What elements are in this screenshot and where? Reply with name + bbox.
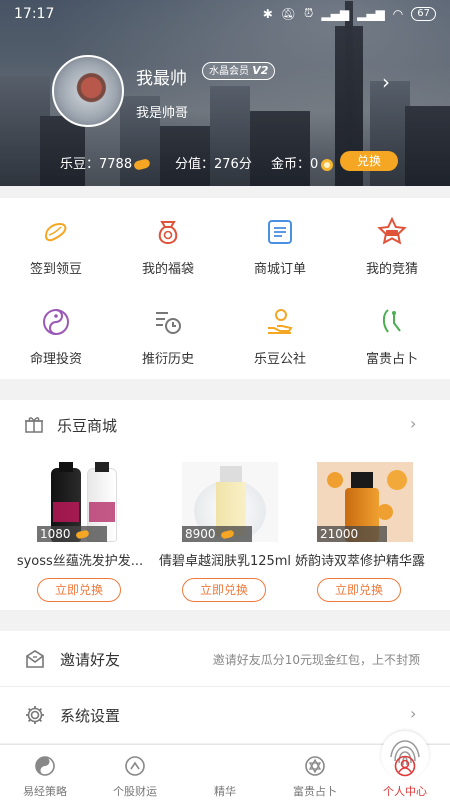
invite-desc: 邀请好友瓜分10元现金红包，上不封顶 <box>212 653 420 667</box>
shop-title: 乐豆商城 <box>57 417 118 435</box>
invite-friends-row[interactable]: 邀请好友 邀请好友瓜分10元现金红包，上不封顶 › <box>0 631 450 687</box>
product-price: 8900 <box>182 526 252 542</box>
grid-item-checkin[interactable]: 签到领豆 <box>0 216 112 296</box>
grid-label: 商城订单 <box>253 262 306 277</box>
product-name: syoss丝蕴洗发护发... <box>16 554 144 569</box>
quiz-star-icon <box>377 216 407 245</box>
gift-icon <box>25 417 43 433</box>
signal-icon: ▂▄▆ <box>357 6 385 21</box>
invite-title: 邀请好友 <box>60 651 121 669</box>
grid-item-lucky-bag[interactable]: 我的福袋 <box>112 216 224 296</box>
bean-icon <box>220 529 236 540</box>
tab-divination[interactable]: 富贵占卜 <box>270 749 360 799</box>
tab-personal-center[interactable]: 个人中心 <box>360 749 450 799</box>
coin-stat: 金币：0 <box>271 153 334 172</box>
bean-icon <box>75 529 91 540</box>
redeem-button[interactable]: 立即兑换 <box>182 578 266 602</box>
tab-label: 个股财运 <box>113 785 157 798</box>
gear-icon <box>26 706 44 724</box>
chevron-right-icon: › <box>410 414 417 433</box>
grid-label: 签到领豆 <box>29 262 82 277</box>
tab-label: 个人中心 <box>383 785 427 798</box>
product-price: 21000 <box>317 526 387 542</box>
stats-bar: 乐豆：7788 分值：276分 金币：0 兑换 <box>0 150 450 174</box>
tab-stock-fortune[interactable]: 个股财运 <box>90 749 180 799</box>
chevron-right-icon: › <box>410 704 417 723</box>
product-price-value: 21000 <box>320 527 359 541</box>
status-icons: ✱ 🔕︎ ⏰︎ ▂▄▆ ▂▄▆ ◠ 67 <box>263 6 436 21</box>
divination-icon <box>382 309 401 333</box>
wifi-icon: ◠ <box>392 6 404 21</box>
ledou-shop-section: 乐豆商城 › 1080 syoss丝蕴洗发护发... 立即兑换 8900 倩碧卓… <box>0 400 450 610</box>
grid-item-community[interactable]: 乐豆公社 <box>224 306 336 386</box>
bean-icon <box>133 158 152 171</box>
invite-envelope-icon <box>26 650 44 668</box>
ledou-stat: 乐豆：7788 <box>60 153 152 172</box>
hand-bean-icon <box>268 309 293 334</box>
grid-item-invest[interactable]: 命理投资 <box>0 306 112 386</box>
bean-icon <box>44 222 67 242</box>
signature: 我是帅哥 <box>136 106 189 121</box>
grid-item-quiz[interactable]: 我的竞猜 <box>336 216 448 296</box>
yin-yang-icon <box>43 309 69 335</box>
history-clock-icon <box>156 312 181 334</box>
bluetooth-icon: ✱ <box>262 6 273 21</box>
shop-header[interactable]: 乐豆商城 › <box>0 400 450 448</box>
order-list-icon <box>268 220 292 244</box>
lucky-bag-icon <box>158 221 178 245</box>
username: 我最帅 <box>136 69 187 89</box>
mute-icon: 🔕︎ <box>280 6 297 21</box>
user-icon <box>394 755 416 777</box>
product-card[interactable]: 21000 娇韵诗双萃修护精华露 立即兑换 <box>290 462 430 608</box>
chevron-right-icon: › <box>410 648 417 667</box>
grid-label: 富贵占卜 <box>365 352 418 367</box>
quick-actions-grid: 签到领豆 我的福袋 商城订单 我的竞猜 命理投资 推衍历史 乐豆公社 富贵占卜 <box>0 198 450 379</box>
grid-item-orders[interactable]: 商城订单 <box>224 216 336 296</box>
chevron-right-icon[interactable]: › <box>382 70 390 94</box>
tab-yijing[interactable]: 易经策略 <box>0 749 90 799</box>
product-price: 1080 <box>37 526 107 542</box>
alarm-icon: ⏰︎ <box>304 6 314 20</box>
avatar[interactable] <box>52 55 124 127</box>
product-price-value: 1080 <box>40 527 71 541</box>
member-badge-text: 水晶会员 <box>209 66 249 77</box>
settings-title: 系统设置 <box>60 707 121 725</box>
status-bar: 17:17 ✱ 🔕︎ ⏰︎ ▂▄▆ ▂▄▆ ◠ 67 <box>0 0 450 28</box>
product-name: 倩碧卓越润肤乳125ml <box>158 554 292 569</box>
grid-label: 我的福袋 <box>141 262 194 277</box>
redeem-button[interactable]: 立即兑换 <box>37 578 121 602</box>
score-stat: 分值：276分 <box>175 157 252 172</box>
product-price-value: 8900 <box>185 527 216 541</box>
yin-yang-icon <box>35 756 55 776</box>
stock-fortune-icon <box>125 756 145 776</box>
coin-value: 0 <box>310 157 319 172</box>
tab-label: 富贵占卜 <box>293 785 337 798</box>
exchange-button[interactable]: 兑换 <box>340 151 398 171</box>
product-name: 娇韵诗双萃修护精华露 <box>294 554 425 569</box>
grid-label: 命理投资 <box>29 352 82 367</box>
bottom-tab-bar: 易经策略 个股财运 精华 富贵占卜 个人中心 <box>0 731 450 800</box>
battery-indicator: 67 <box>411 6 436 21</box>
signal-icon: ▂▄▆ <box>321 6 350 21</box>
redeem-button[interactable]: 立即兑换 <box>317 578 401 602</box>
grid-item-divination[interactable]: 富贵占卜 <box>336 306 448 386</box>
status-time: 17:17 <box>14 6 55 22</box>
coin-label: 金币： <box>271 157 311 172</box>
ledou-label: 乐豆： <box>60 157 100 172</box>
coin-icon <box>321 158 334 171</box>
tab-label: 易经策略 <box>23 785 67 798</box>
tab-label: 精华 <box>214 785 236 798</box>
grid-label: 乐豆公社 <box>253 352 306 367</box>
grid-label: 推衍历史 <box>141 352 194 367</box>
profile-header: 17:17 ✱ 🔕︎ ⏰︎ ▂▄▆ ▂▄▆ ◠ 67 我最帅 水晶会员 V2 我… <box>0 0 450 186</box>
grid-label: 我的竞猜 <box>365 262 418 277</box>
product-card[interactable]: 8900 倩碧卓越润肤乳125ml 立即兑换 <box>155 462 295 608</box>
tab-essence[interactable]: 精华 <box>180 731 429 799</box>
grid-item-history[interactable]: 推衍历史 <box>112 306 224 386</box>
member-level: V2 <box>252 64 269 77</box>
star-of-david-icon <box>305 756 325 776</box>
member-badge[interactable]: 水晶会员 V2 <box>202 62 276 80</box>
ledou-value: 7788 <box>99 157 133 172</box>
product-card[interactable]: 1080 syoss丝蕴洗发护发... 立即兑换 <box>10 462 150 608</box>
